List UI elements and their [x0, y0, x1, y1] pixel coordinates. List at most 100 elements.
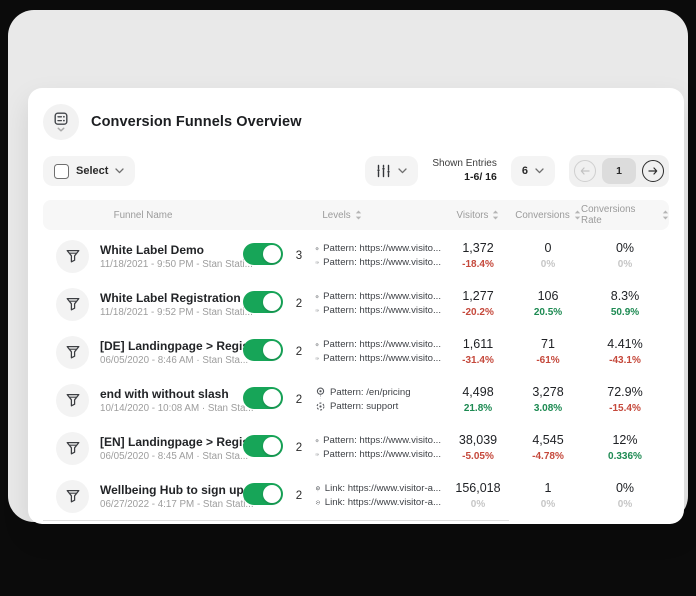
step-label: Pattern: https://www.visito...	[323, 352, 441, 366]
table-row: Wellbeing Hub to sign up 06/27/2022 - 4:…	[43, 472, 669, 520]
step-label: Pattern: https://www.visito...	[323, 256, 441, 270]
column-conversions[interactable]: Conversions	[515, 210, 581, 221]
column-visitors[interactable]: Visitors	[441, 210, 515, 221]
shown-entries: Shown Entries 1-6/ 16	[432, 158, 496, 184]
arrow-right-circle-icon[interactable]	[642, 160, 664, 182]
visitors-value: 4,498	[441, 384, 515, 402]
level-goal-icon	[315, 449, 319, 460]
funnel-icon	[56, 432, 89, 465]
select-label: Select	[76, 165, 108, 177]
conversions-value: 1	[515, 480, 581, 498]
shown-entries-label: Shown Entries	[432, 158, 496, 171]
visitors-change: -20.2%	[441, 306, 515, 320]
funnel-name[interactable]: White Label Registration	[100, 291, 253, 305]
conversions-cell: 3,278 3.08%	[515, 384, 581, 416]
funnel-toggle[interactable]	[243, 387, 283, 409]
visitors-value: 38,039	[441, 432, 515, 450]
toolbar: Select	[43, 152, 669, 190]
conversions-cell: 71 -61%	[515, 336, 581, 368]
conversions-rate-cell: 0% 0%	[581, 240, 669, 272]
step-label: Pattern: https://www.visito...	[323, 290, 441, 304]
conversions-rate-change: -15.4%	[581, 402, 669, 416]
conversions-rate-change: -43.1%	[581, 354, 669, 368]
funnel-name-cell: White Label Registration 11/18/2021 - 9:…	[43, 288, 243, 321]
level-start-icon	[315, 387, 326, 400]
arrow-left-circle-icon[interactable]	[574, 160, 596, 182]
funnel-steps: Pattern: https://www.visito... Pattern: …	[309, 338, 441, 366]
sort-icon	[662, 210, 669, 220]
funnel-name[interactable]: Wellbeing Hub to sign up	[100, 483, 254, 497]
toggle-knob	[263, 485, 281, 503]
funnel-toggle[interactable]	[243, 435, 283, 457]
conversions-rate-change: 0%	[581, 498, 669, 512]
step-label: Pattern: https://www.visito...	[323, 304, 441, 318]
funnel-toggle[interactable]	[243, 483, 283, 505]
page-size-select[interactable]: 6	[511, 156, 555, 186]
visitors-value: 1,611	[441, 336, 515, 354]
table-row: [EN] Landingpage > Regist... 06/05/2020 …	[43, 424, 669, 472]
conversions-rate-cell: 12% 0.336%	[581, 432, 669, 464]
conversions-value: 71	[515, 336, 581, 354]
level-goal-icon	[315, 401, 326, 412]
conversions-change: 20.5%	[515, 306, 581, 320]
funnel-name-cell: White Label Demo 11/18/2021 - 9:50 PM - …	[43, 240, 243, 273]
conversions-cell: 4,545 -4.78%	[515, 432, 581, 464]
table-row: [DE] Landingpage > Regist... 06/05/2020 …	[43, 328, 669, 376]
visitors-cell: 156,018 0%	[441, 480, 515, 512]
table-row: end with without slash 10/14/2020 - 10:0…	[43, 376, 669, 424]
funnel-name[interactable]: [EN] Landingpage > Regist...	[100, 435, 263, 449]
funnel-toggle-cell	[243, 291, 289, 318]
conversions-value: 0	[515, 240, 581, 258]
funnel-toggle-cell	[243, 435, 289, 462]
funnel-meta: 10/14/2020 - 10:08 AM · Stan Sta...	[100, 403, 254, 414]
funnel-meta: 06/27/2022 - 4:17 PM - Stan Stati...	[100, 499, 254, 510]
funnels-overview-icon	[43, 104, 79, 140]
funnels-card: Conversion Funnels Overview Select	[28, 88, 684, 524]
page-size-value: 6	[522, 165, 528, 177]
visitors-cell: 1,611 -31.4%	[441, 336, 515, 368]
conversions-change: -61%	[515, 354, 581, 368]
dashboard-panel: Conversion Funnels Overview Select	[8, 10, 688, 522]
table-body: White Label Demo 11/18/2021 - 9:50 PM - …	[43, 232, 669, 520]
sort-icon	[492, 210, 499, 220]
table-row: White Label Demo 11/18/2021 - 9:50 PM - …	[43, 232, 669, 280]
funnel-toggle[interactable]	[243, 291, 283, 313]
funnel-toggle[interactable]	[243, 243, 283, 265]
funnel-name[interactable]: White Label Demo	[100, 243, 253, 257]
level-start-icon	[315, 243, 319, 256]
funnel-toggle[interactable]	[243, 339, 283, 361]
conversions-rate-value: 0%	[581, 240, 669, 258]
funnel-name-cell: Wellbeing Hub to sign up 06/27/2022 - 4:…	[43, 480, 243, 513]
toggle-knob	[263, 341, 281, 359]
funnel-meta: 11/18/2021 - 9:52 PM - Stan Stati...	[100, 307, 253, 318]
level-count: 3	[289, 250, 309, 262]
level-goal-icon	[315, 305, 319, 316]
funnel-name[interactable]: end with without slash	[100, 387, 254, 401]
conversions-rate-value: 12%	[581, 432, 669, 450]
column-levels[interactable]: Levels	[243, 210, 441, 221]
column-conversions-rate[interactable]: Conversions Rate	[581, 204, 669, 226]
sort-icon	[355, 210, 362, 220]
funnel-icon	[56, 240, 89, 273]
current-page[interactable]: 1	[602, 158, 636, 184]
filter-settings-button[interactable]	[365, 156, 418, 186]
chevron-down-icon	[535, 168, 544, 174]
chevron-down-icon	[115, 168, 124, 174]
select-button[interactable]: Select	[43, 156, 135, 186]
conversions-rate-value: 8.3%	[581, 288, 669, 306]
conversions-rate-cell: 8.3% 50.9%	[581, 288, 669, 320]
funnel-toggle-cell	[243, 339, 289, 366]
funnel-name[interactable]: [DE] Landingpage > Regist...	[100, 339, 263, 353]
select-checkbox[interactable]	[54, 164, 69, 179]
level-start-icon	[315, 291, 319, 304]
funnel-meta: 11/18/2021 - 9:50 PM - Stan Stati...	[100, 259, 253, 270]
conversions-value: 106	[515, 288, 581, 306]
step-label: Pattern: https://www.visito...	[323, 448, 441, 462]
funnel-toggle-cell	[243, 243, 289, 270]
column-funnel-name[interactable]: Funnel Name	[43, 210, 243, 221]
conversions-value: 3,278	[515, 384, 581, 402]
step-label: Link: https://www.visitor-a...	[325, 482, 441, 496]
step-label: Pattern: support	[330, 400, 398, 414]
visitors-value: 1,277	[441, 288, 515, 306]
funnel-icon	[56, 384, 89, 417]
